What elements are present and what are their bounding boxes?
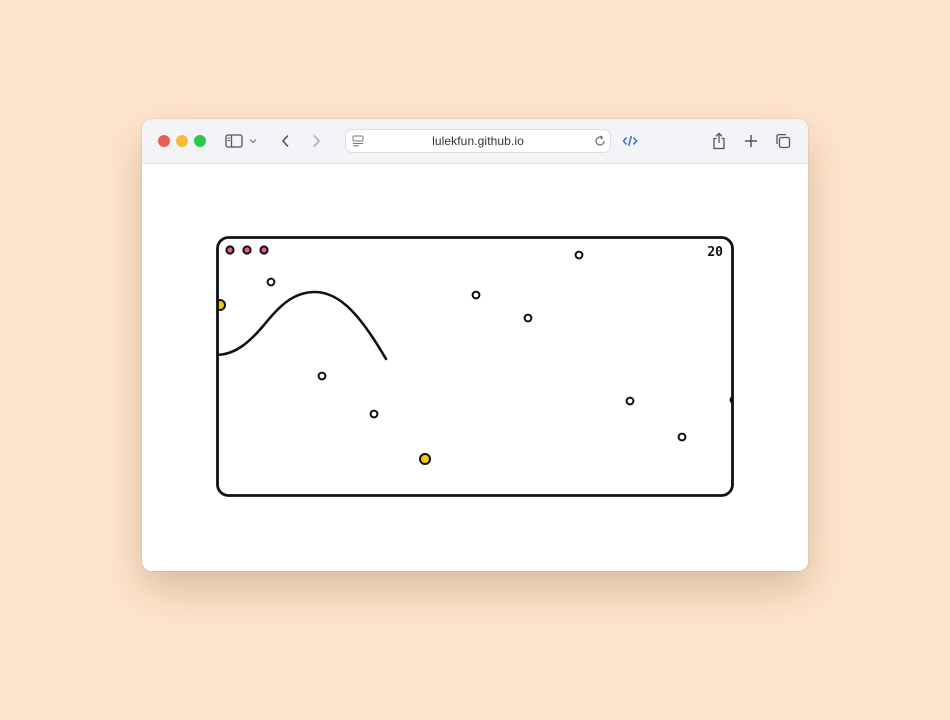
playfield (217, 245, 733, 465)
coin (419, 453, 431, 465)
close-window-button[interactable] (158, 135, 170, 147)
sidebar-toggle-icon[interactable] (223, 130, 245, 152)
chevron-down-icon[interactable] (247, 130, 259, 152)
enemy-dot (677, 432, 687, 442)
life-indicator (259, 245, 269, 255)
browser-window: lulekfun.github.io 20 (142, 119, 808, 571)
enemy-dot (317, 371, 327, 381)
url-text: lulekfun.github.io (432, 134, 524, 148)
player-trail (217, 290, 388, 361)
page-content: 20 (142, 164, 808, 571)
chevron-left-icon[interactable] (275, 130, 297, 152)
score-counter: 20 (707, 245, 723, 260)
browser-toolbar: lulekfun.github.io (142, 119, 808, 164)
minimize-window-button[interactable] (176, 135, 188, 147)
plus-icon[interactable] (740, 130, 762, 152)
enemy-dot (266, 277, 276, 287)
enemy-dot (369, 409, 379, 419)
game-canvas[interactable]: 20 (216, 236, 734, 497)
address-bar[interactable]: lulekfun.github.io (345, 129, 611, 153)
enemy-dot (625, 396, 635, 406)
share-icon[interactable] (708, 130, 730, 152)
enemy-dot (471, 290, 481, 300)
life-indicator (225, 245, 235, 255)
tab-overview-icon[interactable] (772, 130, 794, 152)
chevron-right-icon[interactable] (305, 130, 327, 152)
enemy-dot (574, 250, 584, 260)
maximize-window-button[interactable] (194, 135, 206, 147)
code-icon[interactable] (619, 130, 641, 152)
playfield-border (216, 236, 734, 497)
life-indicator (242, 245, 252, 255)
enemy-dot (523, 313, 533, 323)
reload-icon[interactable] (590, 130, 610, 152)
